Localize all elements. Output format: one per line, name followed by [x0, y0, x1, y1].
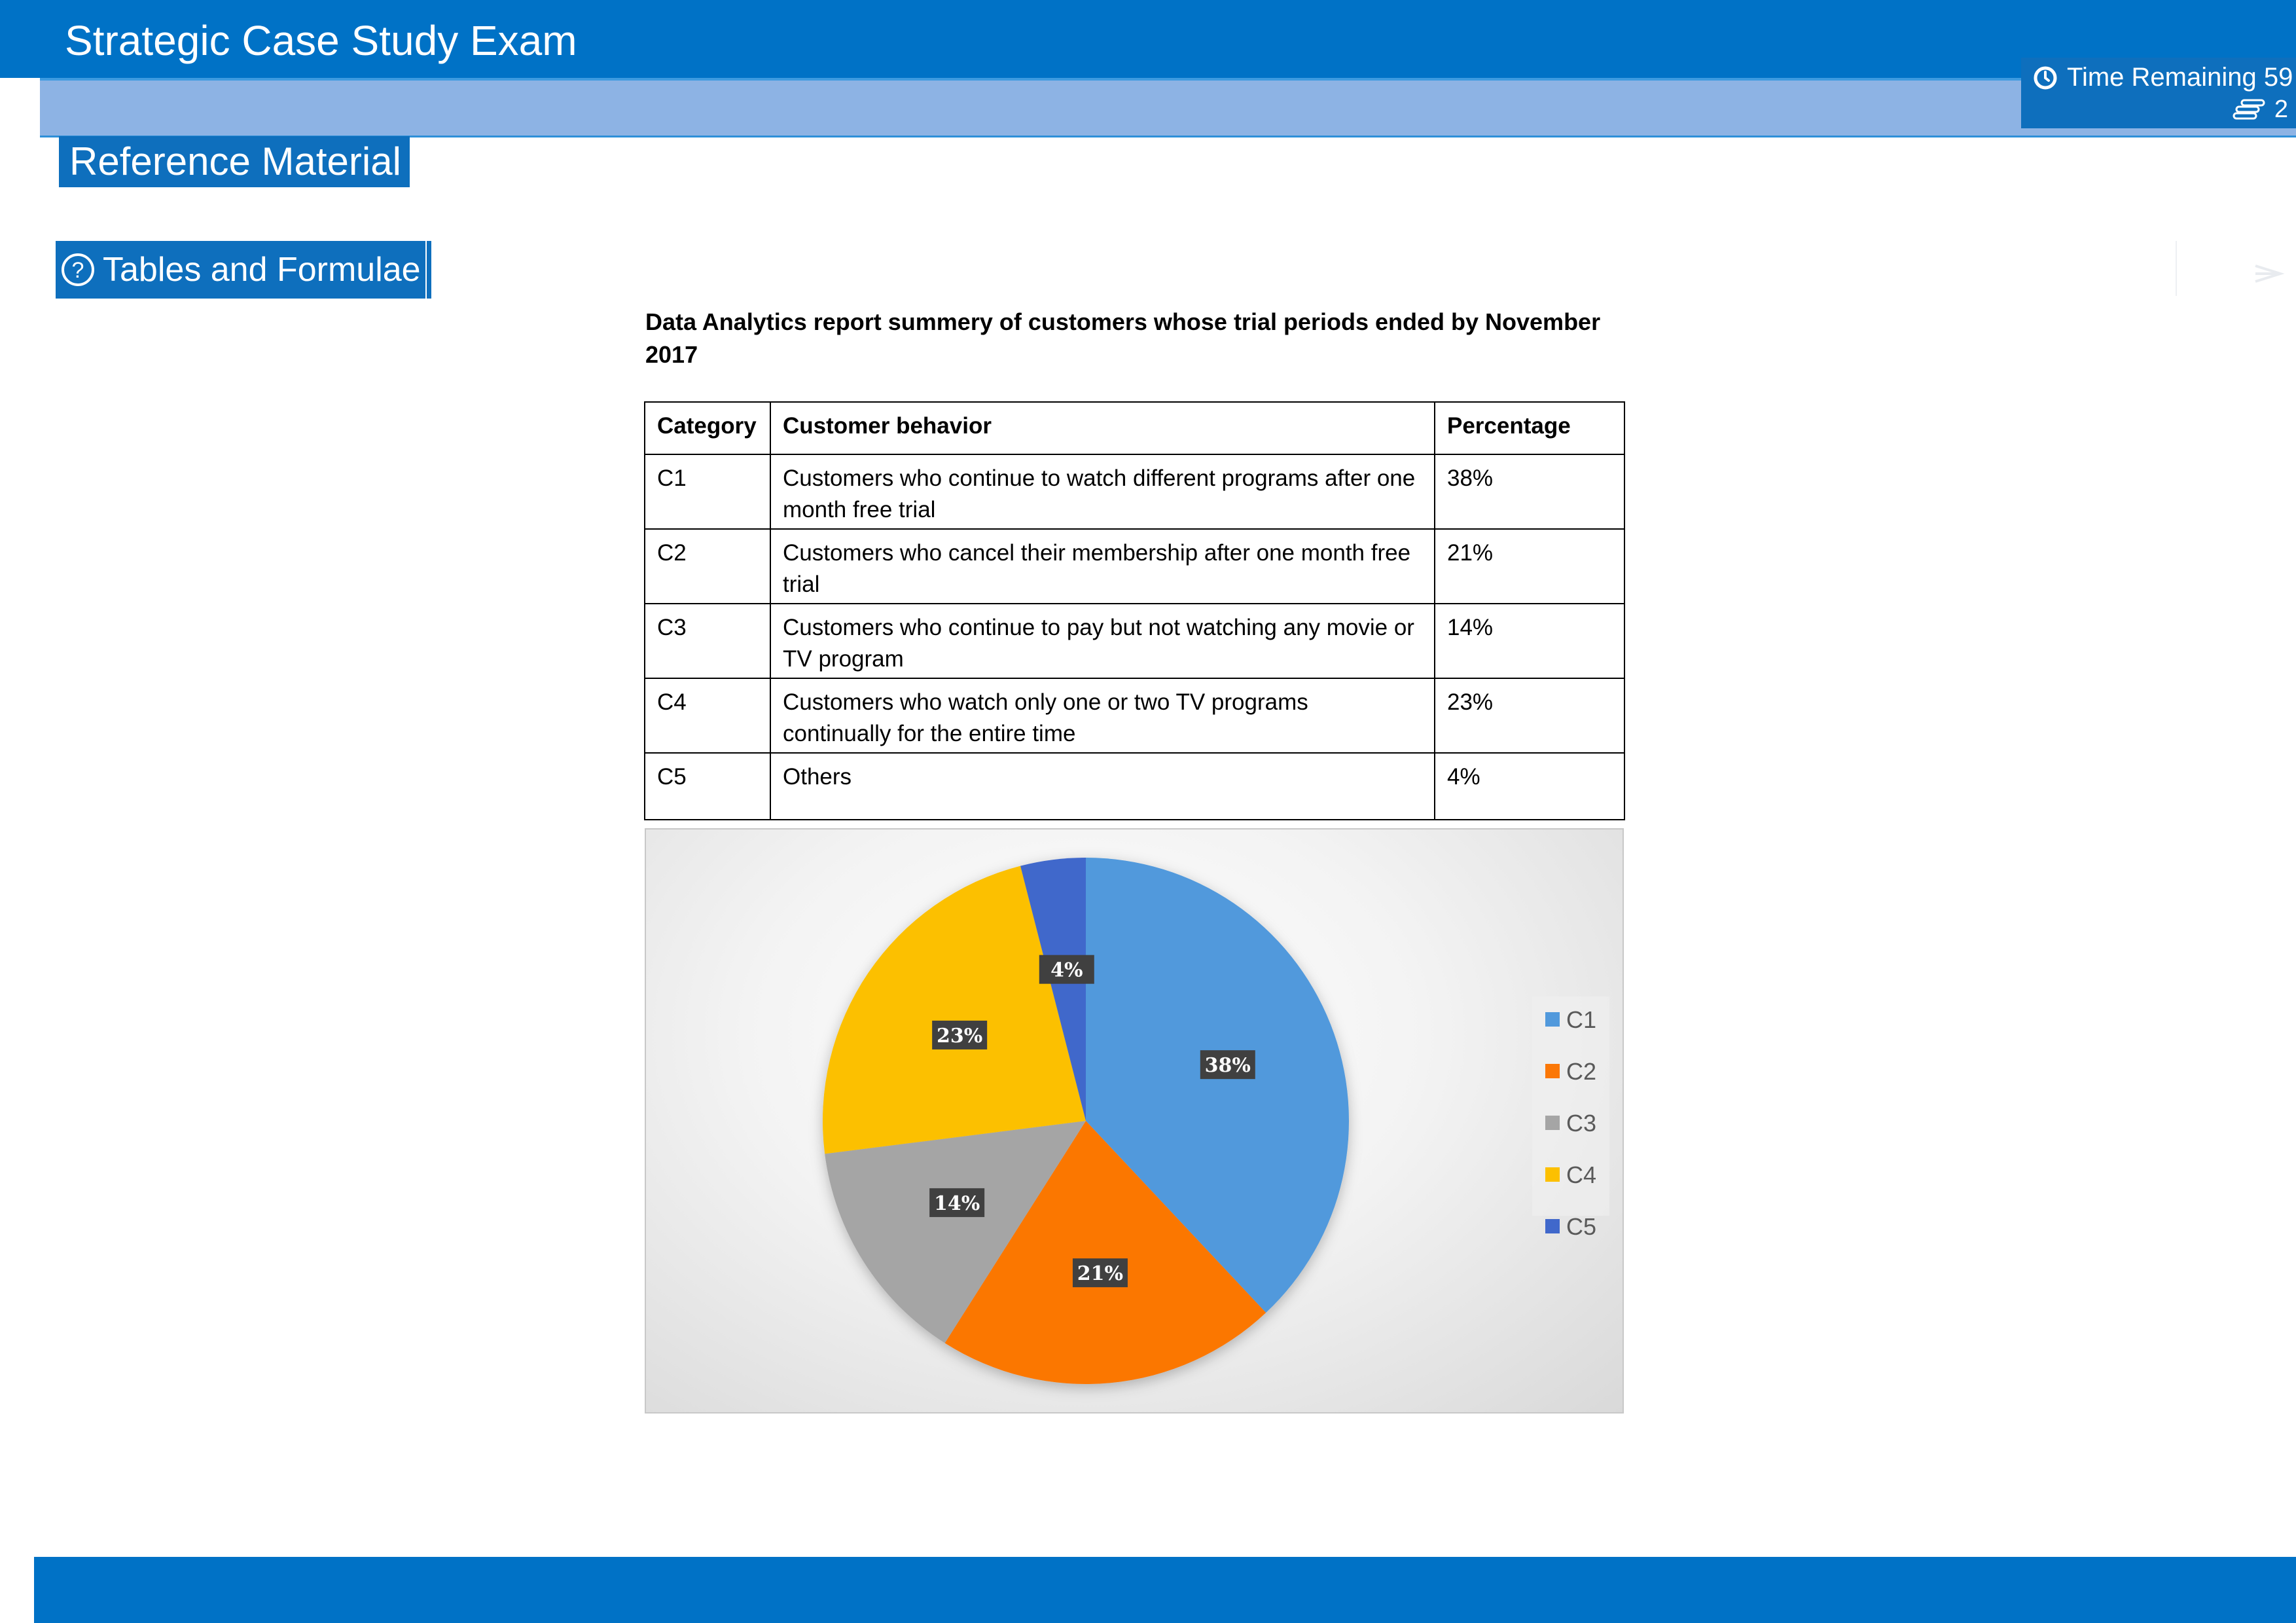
- legend-item-c5: C5: [1545, 1213, 1596, 1240]
- data-label-c1: 38%: [1200, 1050, 1255, 1080]
- data-label-c2: 21%: [1072, 1258, 1128, 1288]
- column-header-category: Category: [644, 401, 771, 455]
- column-header-percentage: Percentage: [1434, 401, 1625, 455]
- help-icon: ?: [62, 253, 94, 286]
- tables-and-formulae-button[interactable]: ? Tables and Formulae: [56, 241, 425, 299]
- svg-text:?: ?: [72, 258, 84, 283]
- category-cell: C4: [644, 678, 771, 754]
- toolbar-strip: [40, 78, 2296, 137]
- nav-divider: [2176, 241, 2177, 296]
- table-row: C5 Others 4%: [644, 752, 1625, 820]
- column-header-behavior: Customer behavior: [770, 401, 1435, 455]
- report-table: Category Customer behavior Percentage C1…: [644, 401, 1625, 820]
- time-remaining-label: Time Remaining 59: [2067, 63, 2293, 92]
- next-arrow-icon[interactable]: [2251, 257, 2286, 291]
- behavior-cell: Others: [770, 752, 1435, 820]
- legend-label: C5: [1566, 1213, 1596, 1240]
- chart-legend: C1 C2 C3 C4 C5: [1532, 996, 1609, 1240]
- percentage-cell: 23%: [1434, 678, 1625, 754]
- category-cell: C3: [644, 603, 771, 679]
- tables-and-formulae-label: Tables and Formulae: [103, 251, 421, 289]
- legend-label: C2: [1566, 1058, 1596, 1085]
- legend-swatch: [1545, 1012, 1560, 1027]
- behavior-cell: Customers who cancel their membership af…: [770, 528, 1435, 604]
- legend-label: C1: [1566, 1006, 1596, 1033]
- data-label-text: 21%: [1077, 1262, 1123, 1285]
- app-header: Strategic Case Study Exam: [0, 0, 2296, 78]
- data-label-text: 14%: [934, 1192, 980, 1215]
- reference-material-header: Reference Material: [59, 136, 410, 187]
- table-row: C2 Customers who cancel their membership…: [644, 528, 1625, 604]
- data-label-text: 38%: [1205, 1054, 1251, 1077]
- category-cell: C2: [644, 528, 771, 604]
- percentage-cell: 14%: [1434, 603, 1625, 679]
- data-label-c4: 23%: [932, 1020, 988, 1049]
- pie-chart: 38% 21% 14% 23% 4% C1 C2 C3 C4 C5: [823, 858, 1609, 1384]
- behavior-cell: Customers who watch only one or two TV p…: [770, 678, 1435, 754]
- data-label-text: 23%: [937, 1025, 982, 1048]
- clock-icon: [2034, 66, 2057, 89]
- table-row: C3 Customers who continue to pay but not…: [644, 603, 1625, 679]
- percentage-cell: 21%: [1434, 528, 1625, 604]
- legend-label: C3: [1566, 1110, 1596, 1137]
- data-label-c3: 14%: [929, 1188, 985, 1217]
- time-remaining-panel: Time Remaining 59 2: [2021, 58, 2296, 128]
- legend-swatch: [1545, 1219, 1560, 1233]
- legend-label: C4: [1566, 1161, 1596, 1188]
- category-cell: C1: [644, 454, 771, 530]
- table-row: C4 Customers who watch only one or two T…: [644, 678, 1625, 754]
- behavior-cell: Customers who continue to pay but not wa…: [770, 603, 1435, 679]
- app-title: Strategic Case Study Exam: [65, 17, 577, 64]
- category-cell: C5: [644, 752, 771, 820]
- data-label-text: 4%: [1050, 959, 1083, 982]
- table-row: C1 Customers who continue to watch diffe…: [644, 454, 1625, 530]
- report-title: Data Analytics report summery of custome…: [645, 308, 1601, 368]
- pie-chart-panel: 38% 21% 14% 23% 4% C1 C2 C3 C4 C5: [645, 828, 1624, 1413]
- tables-button-divider: [427, 241, 431, 299]
- data-label-c5: 4%: [1039, 955, 1094, 984]
- behavior-cell: Customers who continue to watch differen…: [770, 454, 1435, 530]
- percentage-cell: 38%: [1434, 454, 1625, 530]
- legend-swatch: [1545, 1064, 1560, 1078]
- percentage-cell: 4%: [1434, 752, 1625, 820]
- legend-swatch: [1545, 1116, 1560, 1130]
- pages-icon: [2233, 99, 2265, 119]
- page-count: 2: [2274, 96, 2288, 123]
- app-footer: [34, 1557, 2296, 1623]
- legend-swatch: [1545, 1167, 1560, 1182]
- table-header-row: Category Customer behavior Percentage: [644, 401, 1625, 455]
